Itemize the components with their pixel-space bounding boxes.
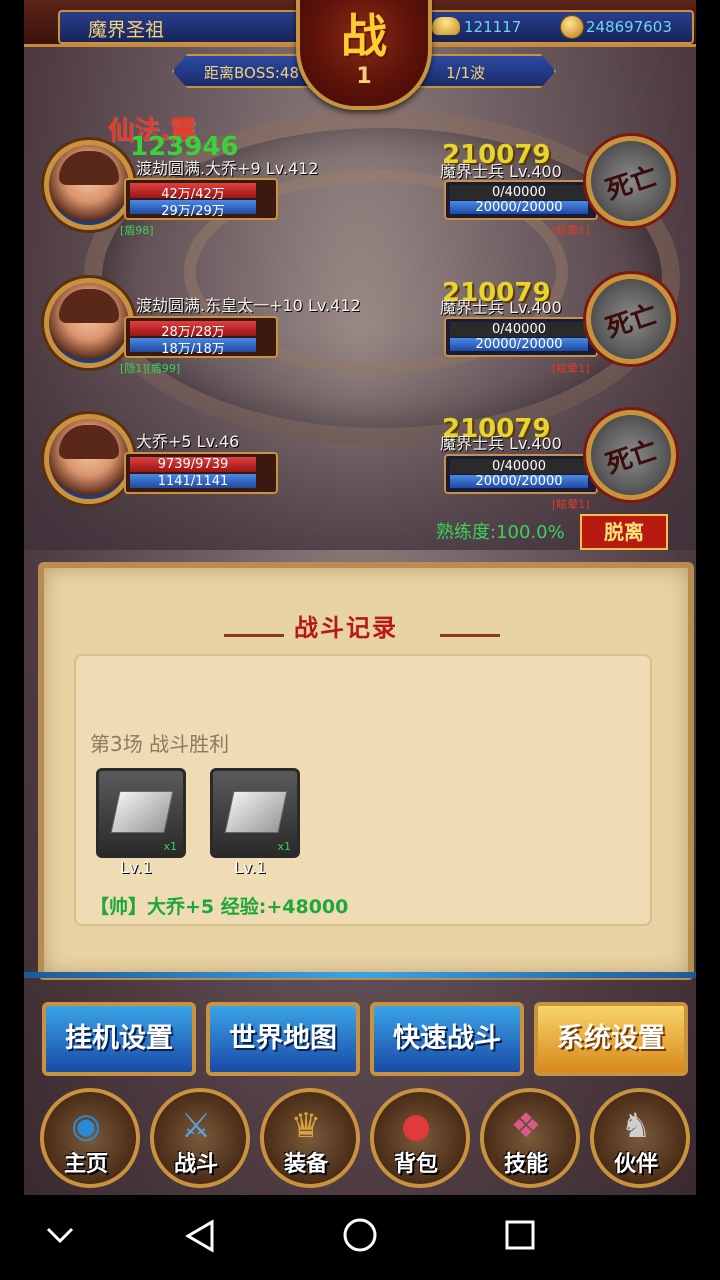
idle-settings-button[interactable]: 挂机设置: [42, 1002, 196, 1076]
hero-hp-3: 9739/9739: [157, 457, 229, 472]
hero-mp-2: 18万/18万: [161, 342, 225, 357]
nav-skills-label: 技能: [503, 1152, 548, 1177]
enemy-bars-3: 0/40000 20000/20000: [444, 454, 598, 494]
bag-icon: ●: [401, 1106, 431, 1146]
reward-qty-2: x1: [277, 840, 291, 853]
silver-ingot-icon: [224, 791, 288, 833]
hero-avatar-3[interactable]: [44, 414, 134, 504]
nav-equipment[interactable]: ♛ 装备: [256, 1084, 360, 1188]
battle-log-content[interactable]: 第3场 战斗胜利 x1 Lv.1 x1 Lv.1 【帅】大乔+5 经验:+480…: [74, 654, 652, 926]
back-icon[interactable]: [184, 1219, 216, 1253]
log-exp-line: 【帅】大乔+5 经验:+48000: [90, 896, 349, 918]
nav-battle[interactable]: ⚔ 战斗: [146, 1084, 250, 1188]
battle-emblem: 战 1: [296, 0, 432, 110]
dead-label-3: 死亡: [602, 435, 662, 481]
enemy-hp-1: 0/40000: [491, 185, 546, 200]
proficiency-text: 熟练度:100.0%: [436, 522, 565, 543]
enemy-bars-1: 0/40000 20000/20000: [444, 180, 598, 220]
panel-divider: [24, 972, 696, 978]
enemy-name-3: 魔界士兵 Lv.400: [440, 434, 562, 453]
enemy-hp-2: 0/40000: [491, 322, 546, 337]
android-nav-bar: [0, 1195, 720, 1280]
battle-number: 1: [356, 64, 372, 89]
dead-label-2: 死亡: [602, 299, 662, 345]
nav-bag[interactable]: ● 背包: [366, 1084, 470, 1188]
nav-battle-label: 战斗: [173, 1152, 218, 1177]
battle-char: 战: [341, 9, 387, 63]
hero-hair: [59, 289, 119, 323]
resource-plate: 121117 248697603: [424, 10, 694, 44]
title-ornament-left: [224, 634, 284, 637]
reward-level-1: Lv.1: [120, 858, 153, 877]
coin-icon: [560, 15, 584, 39]
enemy-mp-3: 20000/20000: [475, 474, 563, 489]
enemy-hp-3: 0/40000: [491, 459, 546, 474]
silver-ingot-icon: [110, 791, 174, 833]
hero-avatar-2[interactable]: [44, 278, 134, 368]
recents-icon[interactable]: [504, 1219, 536, 1251]
enemy-mp-1: 20000/20000: [475, 200, 563, 215]
hero-hair: [59, 151, 119, 185]
reward-item-2[interactable]: x1: [210, 768, 300, 858]
boss-distance: 距离BOSS:48: [204, 64, 300, 82]
leave-battle-button[interactable]: 脱离: [580, 514, 668, 550]
partner-icon: ♞: [620, 1106, 652, 1146]
gold-ingot-icon: [432, 17, 460, 35]
ingot-count: 121117: [464, 18, 522, 36]
home-icon: ◉: [71, 1106, 101, 1146]
game-screen: 魔界圣祖 121117 248697603 距离BOSS:48 1/1波 战 1…: [24, 0, 696, 1195]
nav-home[interactable]: ◉ 主页: [36, 1084, 140, 1188]
hero-name-2: 渡劫圆满.东皇太一+10 Lv.412: [136, 296, 361, 315]
enemy-name-1: 魔界士兵 Lv.400: [440, 162, 562, 181]
skill-icon: ❖: [510, 1106, 542, 1146]
enemy-tag-3: [眩晕1]: [552, 498, 590, 511]
enemy-dead-badge-1[interactable]: 死亡: [586, 136, 676, 226]
helmet-icon: ♛: [290, 1106, 322, 1146]
hero-name-3: 大乔+5 Lv.46: [136, 432, 240, 451]
nav-skills[interactable]: ❖ 技能: [476, 1084, 580, 1188]
hero-avatar-1[interactable]: [44, 140, 134, 230]
title-ornament-right: [440, 634, 500, 637]
swords-icon: ⚔: [180, 1106, 212, 1146]
enemy-mp-2: 20000/20000: [475, 337, 563, 352]
nav-partner[interactable]: ♞ 伙伴: [586, 1084, 690, 1188]
heal-float-text: 123946: [130, 132, 239, 162]
dead-label-1: 死亡: [602, 161, 662, 207]
hero-mp-1: 29万/29万: [161, 204, 225, 219]
enemy-tag-2: [眩晕1]: [552, 362, 590, 375]
player-name-plate[interactable]: 魔界圣祖: [58, 10, 324, 44]
chevron-down-icon[interactable]: [46, 1225, 74, 1245]
nav-bag-label: 背包: [393, 1152, 438, 1177]
system-settings-button[interactable]: 系统设置: [534, 1002, 688, 1076]
reward-item-1[interactable]: x1: [96, 768, 186, 858]
world-map-button[interactable]: 世界地图: [206, 1002, 360, 1076]
enemy-name-2: 魔界士兵 Lv.400: [440, 298, 562, 317]
nav-home-label: 主页: [63, 1152, 108, 1177]
reward-qty-1: x1: [163, 840, 177, 853]
home-circle-icon[interactable]: [342, 1217, 378, 1253]
hero-mp-3: 1141/1141: [157, 474, 229, 489]
battle-result-headline: 第3场 战斗胜利: [90, 732, 230, 756]
hero-tag-2: [隐1][盾99]: [120, 362, 181, 375]
reward-level-2: Lv.1: [234, 858, 267, 877]
battle-log-title: 战斗记录: [294, 614, 398, 642]
player-name: 魔界圣祖: [88, 19, 165, 41]
enemy-dead-badge-3[interactable]: 死亡: [586, 410, 676, 500]
enemy-tag-1: [眩晕1]: [552, 224, 590, 237]
nav-equipment-label: 装备: [283, 1152, 328, 1177]
hero-tag-1: [盾98]: [120, 224, 154, 237]
hero-bars-1: 42万/42万 29万/29万: [124, 178, 278, 220]
hero-bars-2: 28万/28万 18万/18万: [124, 316, 278, 358]
nav-partner-label: 伙伴: [613, 1152, 658, 1177]
hero-bars-3: 9739/9739 1141/1141: [124, 452, 278, 494]
coin-count: 248697603: [586, 18, 672, 36]
enemy-bars-2: 0/40000 20000/20000: [444, 317, 598, 357]
battle-log-panel: 战斗记录 第3场 战斗胜利 x1 Lv.1 x1 Lv.1 【帅】大乔+5 经验…: [38, 562, 694, 980]
wave-counter: 1/1波: [446, 64, 486, 82]
hero-hair: [59, 425, 119, 459]
enemy-dead-badge-2[interactable]: 死亡: [586, 274, 676, 364]
quick-battle-button[interactable]: 快速战斗: [370, 1002, 524, 1076]
